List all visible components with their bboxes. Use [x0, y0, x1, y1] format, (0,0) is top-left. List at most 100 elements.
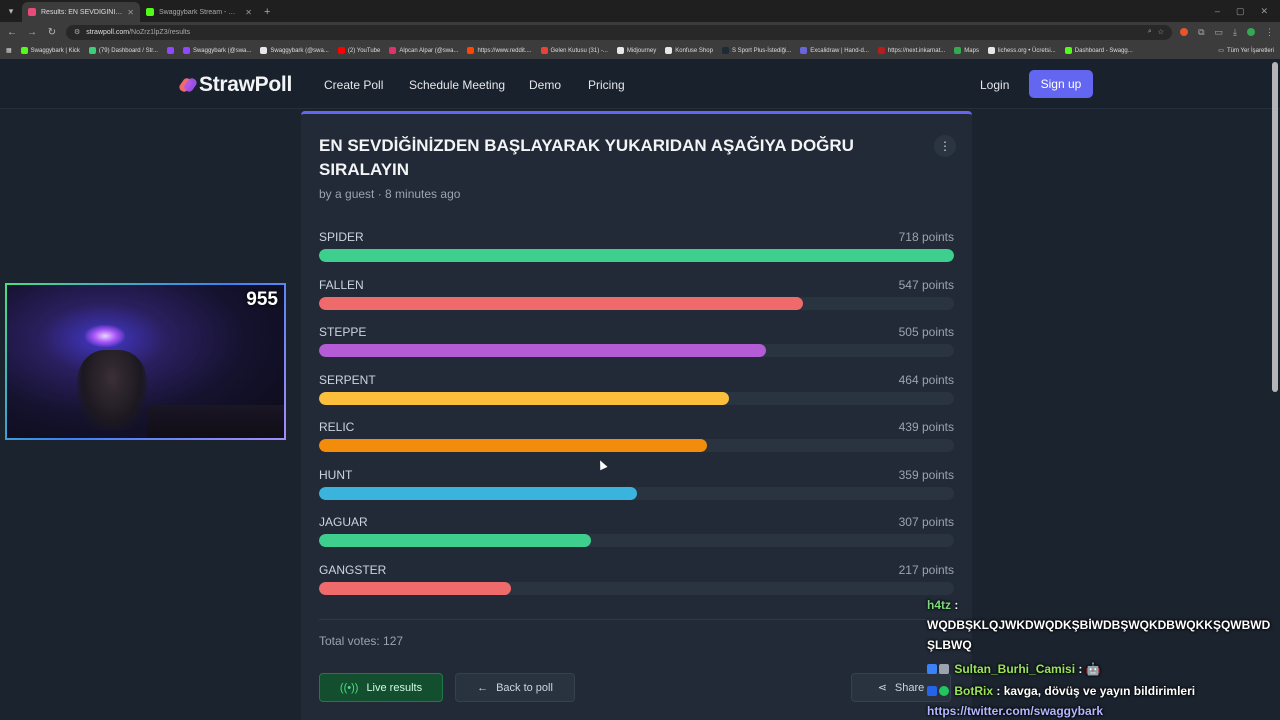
minimize-icon[interactable]: – — [1215, 6, 1220, 16]
more-options-icon[interactable]: ⋮ — [934, 135, 956, 157]
strawpoll-logo-icon — [177, 76, 199, 94]
bookmark-item[interactable]: S Sport Plus-İstediği... — [721, 47, 791, 54]
page-scrollbar[interactable] — [1272, 62, 1278, 392]
webcam-light — [85, 325, 125, 347]
zoom-icon[interactable]: ⌕ — [1148, 28, 1152, 36]
poll-option-row: STEPPE 505 points — [319, 325, 954, 365]
poll-option-bar-track — [319, 344, 954, 357]
maximize-icon[interactable]: ▢ — [1236, 6, 1245, 17]
poll-option-bar-track — [319, 486, 954, 500]
poll-option-bar-fill — [319, 486, 637, 500]
bookmark-item[interactable]: Gelen Kutusu (31) -... — [540, 47, 608, 54]
address-toolbar: ← → ↻ ⚙ strawpoll.com/NoZrz1lpZ3/results… — [0, 22, 1280, 42]
share-icon: ⋖ — [877, 682, 887, 694]
bookmark-item[interactable]: (2) YouTube — [337, 47, 380, 54]
all-bookmarks[interactable]: ▭ Tüm Yer İşaretleri — [1218, 47, 1274, 55]
chat-badge-icon — [927, 686, 937, 696]
sidepanel-icon[interactable]: ▭ — [1215, 27, 1224, 38]
poll-option-bar-fill — [319, 249, 954, 262]
tab-search-button[interactable]: ▾ — [0, 0, 22, 22]
bookmark-item[interactable]: Swaggybark (@swa... — [182, 47, 251, 54]
close-window-icon[interactable]: ✕ — [1260, 6, 1268, 17]
profile-avatar-icon[interactable] — [1247, 28, 1255, 36]
maps-favicon-icon — [954, 47, 962, 54]
poll-option-name: GANGSTER — [319, 562, 387, 577]
poll-option-bar-fill — [319, 581, 511, 595]
verified-badge-icon — [939, 686, 949, 696]
poll-option-bar-fill — [319, 296, 803, 310]
site-info-icon[interactable]: ⚙ — [74, 28, 80, 36]
poll-option-row: GANGSTER 217 points — [319, 563, 954, 603]
poll-option-name: SPIDER — [319, 230, 364, 244]
live-results-button[interactable]: ((•)) Live results — [319, 673, 443, 702]
back-arrow-icon[interactable]: ← — [6, 27, 18, 38]
tab-close-icon[interactable]: ✕ — [245, 8, 252, 17]
poll-option-points: 718 points — [898, 230, 954, 244]
broadcast-icon: ((•)) — [339, 681, 359, 694]
nav-schedule-meeting[interactable]: Schedule Meeting — [409, 78, 505, 92]
bookmark-item[interactable] — [166, 47, 174, 54]
excalidraw-favicon-icon — [800, 47, 808, 54]
chat-badge-icon — [939, 664, 949, 674]
menu-kebab-icon[interactable]: ⋮ — [1265, 27, 1274, 38]
bookmark-star-icon[interactable]: ☆ — [1158, 28, 1164, 36]
bookmark-item[interactable]: Alpcan Alpar (@swa... — [389, 47, 458, 54]
poll-option-name: JAGUAR — [319, 515, 368, 529]
bookmark-favicon-icon — [88, 47, 96, 54]
tab-title: Results: EN SEVDİĞİNİZDEN BAŞ — [41, 8, 122, 16]
poll-option-bar-track — [319, 296, 954, 310]
poll-option-row: SERPENT 464 points — [319, 373, 954, 413]
bookmark-item[interactable]: Swaggybark | Kick — [20, 47, 80, 54]
poll-option-points: 505 points — [898, 325, 954, 339]
nav-create-poll[interactable]: Create Poll — [324, 78, 383, 92]
kick-favicon-icon — [146, 8, 154, 16]
bookmark-favicon-icon — [721, 47, 729, 54]
strawpoll-logo[interactable]: StrawPoll — [177, 73, 292, 97]
login-link[interactable]: Login — [980, 78, 1009, 92]
extension-icon[interactable] — [1180, 28, 1189, 36]
nav-pricing[interactable]: Pricing — [588, 78, 625, 92]
poll-option-name: RELIC — [319, 420, 355, 434]
poll-option-points: 217 points — [898, 562, 954, 577]
bookmark-item[interactable]: Excalidraw | Hand-d... — [800, 47, 869, 54]
tab-close-icon[interactable]: ✕ — [127, 8, 134, 17]
bookmark-item[interactable]: Midjourney — [616, 47, 656, 54]
extensions-puzzle-icon[interactable]: ⧉ — [1198, 27, 1204, 38]
chat-emote: 🤖 — [1085, 662, 1101, 676]
tab-kick-stream[interactable]: Swaggybark Stream - Watch Li ✕ — [140, 2, 258, 22]
reload-icon[interactable]: ↻ — [46, 27, 58, 38]
bookmark-item[interactable]: Swaggybark (@swa... — [260, 47, 329, 54]
nav-demo[interactable]: Demo — [529, 78, 561, 92]
webcam-streamer — [77, 350, 147, 430]
bookmark-favicon-icon — [182, 47, 190, 54]
apps-grid-icon[interactable]: ▦ — [6, 47, 12, 54]
youtube-favicon-icon — [337, 47, 345, 54]
tab-strawpoll[interactable]: Results: EN SEVDİĞİNİZDEN BAŞ ✕ — [22, 2, 140, 22]
bookmark-item[interactable]: Konfuse Shop — [665, 47, 713, 54]
back-to-poll-button[interactable]: ← Back to poll — [455, 673, 575, 702]
bookmark-item[interactable]: https://next.inkarnat... — [877, 47, 945, 54]
bookmark-item[interactable]: (79) Dashboard / Str... — [88, 47, 158, 54]
strawpoll-favicon-icon — [28, 8, 36, 16]
lichess-favicon-icon — [987, 47, 995, 54]
poll-option-name: FALLEN — [319, 277, 364, 292]
url-host: strawpoll.com — [86, 28, 130, 36]
bookmark-favicon-icon — [1064, 47, 1072, 54]
poll-option-bar-fill — [319, 391, 729, 405]
bookmark-item[interactable]: lichess.org • Ücretsi... — [987, 47, 1056, 54]
poll-option-points: 464 points — [898, 372, 954, 387]
url-bar[interactable]: ⚙ strawpoll.com/NoZrz1lpZ3/results ⌕ ☆ — [66, 24, 1173, 40]
download-icon[interactable]: ⤓ — [1233, 27, 1237, 38]
bookmark-item[interactable]: Maps — [954, 47, 979, 54]
poll-option-bar-track — [319, 439, 954, 452]
poll-option-row: HUNT 359 points — [319, 468, 954, 508]
bookmark-item[interactable]: https://www.reddit.... — [467, 47, 532, 54]
poll-option-name: SERPENT — [319, 372, 376, 387]
poll-option-name: STEPPE — [319, 325, 367, 339]
bookmark-item[interactable]: Dashboard - Swagg... — [1064, 47, 1133, 54]
browser-tab-bar: ▾ Results: EN SEVDİĞİNİZDEN BAŞ ✕ Swaggy… — [0, 0, 1280, 22]
forward-arrow-icon[interactable]: → — [26, 27, 38, 38]
new-tab-button[interactable]: + — [258, 2, 276, 22]
poll-option-points: 439 points — [898, 420, 954, 434]
signup-button[interactable]: Sign up — [1029, 70, 1093, 98]
